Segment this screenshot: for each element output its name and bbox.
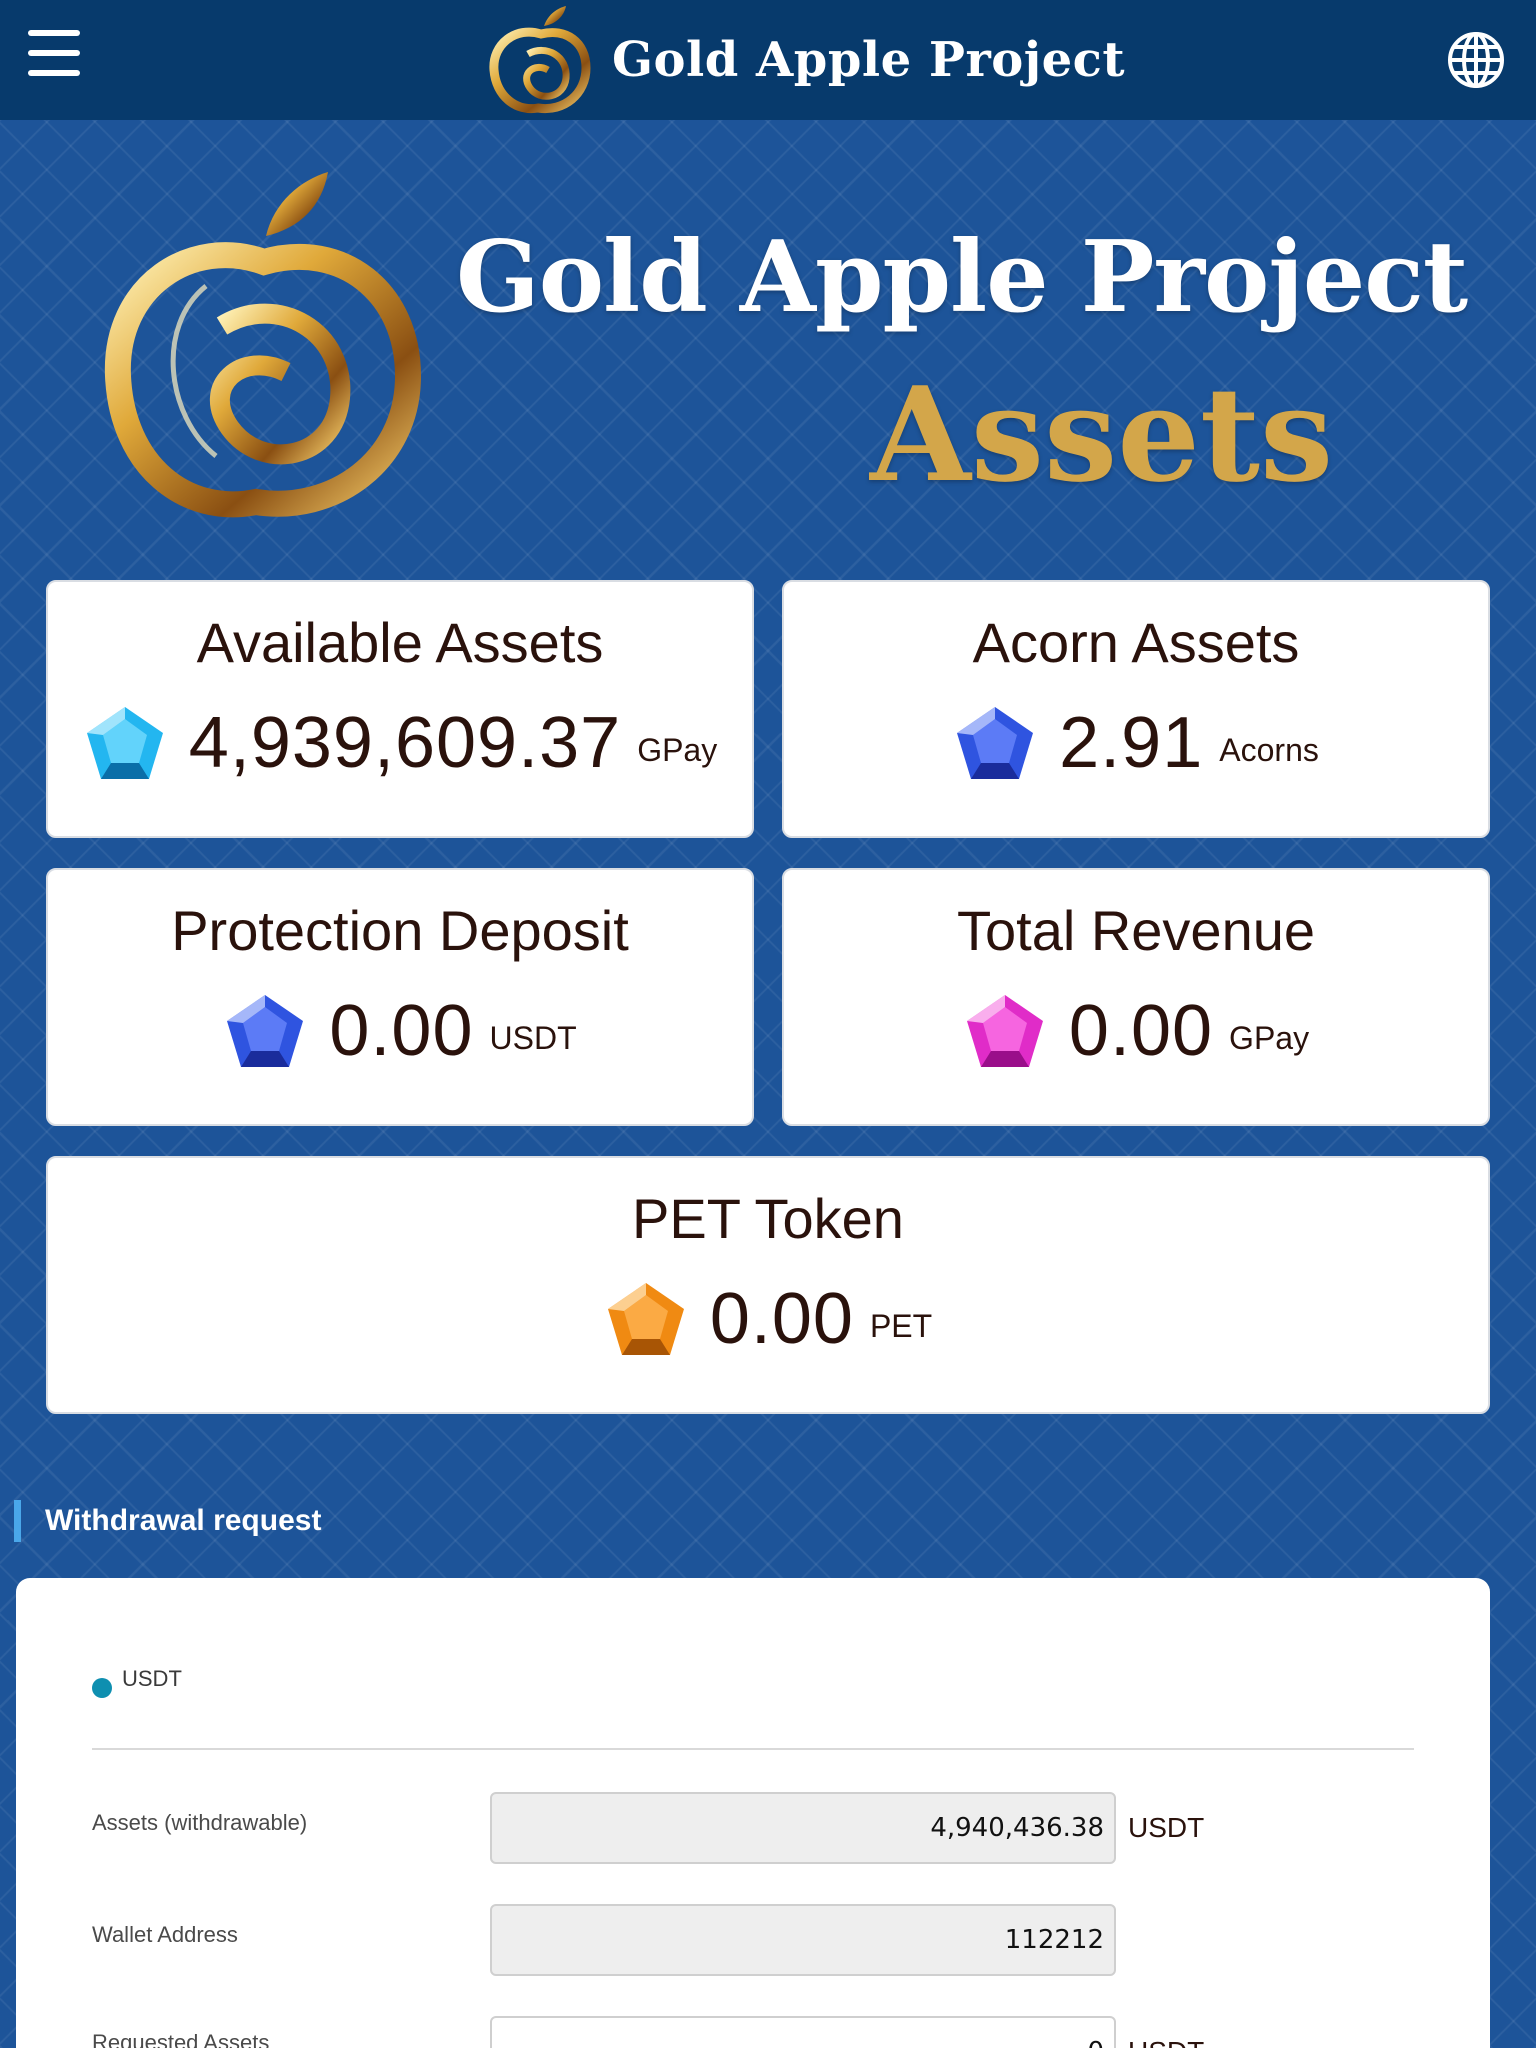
currency-radio-usdt[interactable]: USDT [92,1666,182,1698]
protection-deposit-card: Protection Deposit 0.00 USDT [46,868,754,1126]
language-globe-icon[interactable] [1446,30,1506,90]
asset-amount: 0.00 [329,991,474,1071]
asset-unit: PET [869,1307,933,1344]
card-title: Total Revenue [956,899,1315,962]
card-title: Acorn Assets [972,611,1300,674]
assets-hero-banner: Gold Apple Project Assets [0,120,1536,560]
orange-gem-icon [607,1283,684,1355]
gold-apple-logo-icon [489,6,591,114]
gold-apple-emblem-icon [104,172,422,518]
requested-unit: USDT [1128,2036,1204,2048]
asset-unit: USDT [489,1019,577,1056]
hero-title: Gold Apple Project [456,220,1468,335]
wallet-address-label: Wallet Address [92,1922,238,1947]
withdrawal-form-panel: USDT Assets (withdrawable) USDT Wallet A… [16,1578,1490,2048]
asset-unit: GPay [637,731,718,768]
card-title: Protection Deposit [171,899,629,962]
header-title: Gold Apple Project [612,32,1126,88]
assets-withdrawable-label: Assets (withdrawable) [92,1810,308,1835]
available-assets-card: Available Assets 4,939,609.37 GPay [46,580,754,838]
acorn-assets-card: Acorn Assets 2.91 Acorns [782,580,1490,838]
radio-selected-icon[interactable] [92,1678,112,1698]
withdrawal-section-title: Withdrawal request [14,1500,321,1542]
header-brand[interactable]: Gold Apple Project [486,4,1125,116]
divider [92,1748,1414,1750]
assets-withdrawable-field[interactable] [490,1792,1116,1864]
cyan-gem-icon [86,707,163,779]
card-title: PET Token [632,1187,904,1250]
total-revenue-card: Total Revenue 0.00 GPay [782,868,1490,1126]
wallet-address-field[interactable] [490,1904,1116,1976]
hamburger-menu-icon[interactable] [28,30,80,76]
radio-label: USDT [122,1666,182,1691]
asset-unit: GPay [1229,1019,1310,1056]
blue-gem-icon [957,707,1034,779]
asset-unit: Acorns [1219,731,1319,768]
blue-gem-icon [227,995,304,1067]
requested-assets-input[interactable] [490,2016,1116,2048]
asset-amount: 2.91 [1059,703,1204,783]
asset-amount: 4,939,609.37 [188,703,622,783]
card-title: Available Assets [196,611,604,674]
assets-unit: USDT [1128,1812,1205,1843]
requested-assets-label: Requested Assets [92,2030,270,2048]
asset-amount: 0.00 [1068,991,1214,1071]
asset-amount: 0.00 [709,1279,854,1359]
magenta-gem-icon [966,995,1043,1067]
top-navigation-bar: Gold Apple Project [0,0,1536,120]
hero-subtitle: Assets [870,358,1334,511]
pet-token-card: PET Token 0.00 PET [46,1156,1490,1414]
